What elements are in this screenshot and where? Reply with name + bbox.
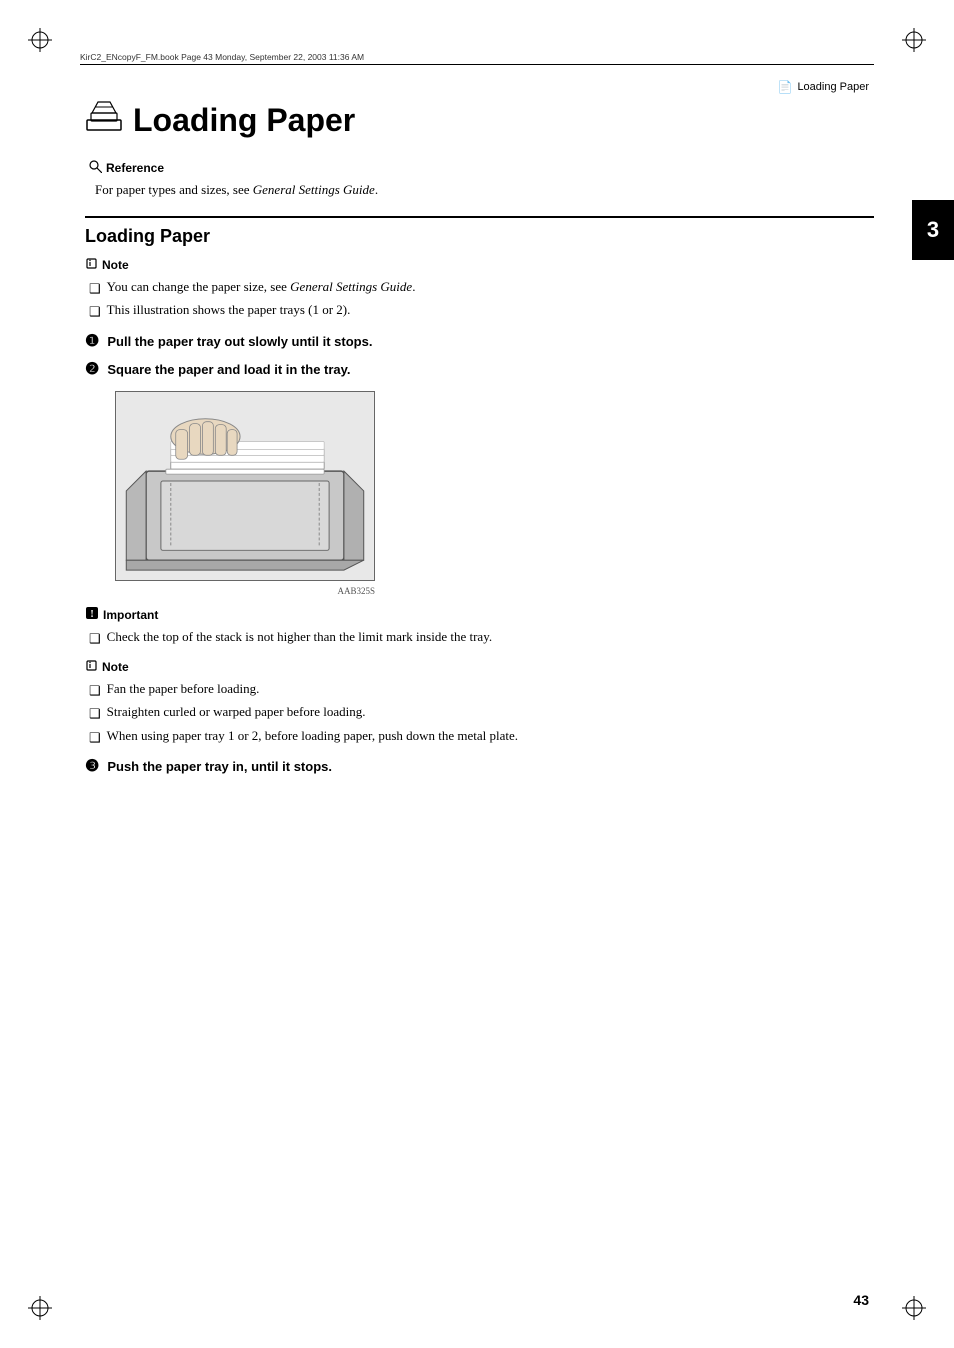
paper-tray-image bbox=[115, 391, 375, 581]
reg-mark-bl bbox=[28, 1296, 52, 1320]
note2-icon bbox=[85, 659, 98, 675]
step3-text: Push the paper tray in, until it stops. bbox=[107, 757, 332, 777]
reference-icon bbox=[89, 160, 102, 176]
step3-num: ❸ bbox=[85, 757, 99, 778]
note1-item2: ❑ This illustration shows the paper tray… bbox=[85, 300, 874, 322]
note1-header: Note bbox=[85, 257, 874, 273]
chapter-tab: 3 bbox=[912, 200, 954, 260]
note1-box: Note ❑ You can change the paper size, se… bbox=[85, 257, 874, 322]
checkbox2: ❑ bbox=[89, 302, 101, 322]
page-title-icon bbox=[85, 100, 123, 140]
important-box: ! Important ❑ Check the top of the stack… bbox=[85, 606, 874, 649]
step2: ❷ Square the paper and load it in the tr… bbox=[85, 360, 874, 381]
note2-box: Note ❑ Fan the paper before loading. ❑ S… bbox=[85, 659, 874, 748]
checkbox-n2-3: ❑ bbox=[89, 728, 101, 748]
page-number: 43 bbox=[853, 1292, 869, 1308]
note2-item1: ❑ Fan the paper before loading. bbox=[85, 679, 874, 701]
image-caption: AAB325S bbox=[115, 586, 375, 596]
reg-mark-tr bbox=[902, 28, 926, 52]
note2-item3: ❑ When using paper tray 1 or 2, before l… bbox=[85, 726, 874, 748]
file-info: KirC2_ENcopyF_FM.book Page 43 Monday, Se… bbox=[80, 52, 874, 62]
note2-header: Note bbox=[85, 659, 874, 675]
important-header: ! Important bbox=[85, 606, 874, 623]
step3: ❸ Push the paper tray in, until it stops… bbox=[85, 757, 874, 778]
main-content: Loading Paper Reference For paper types … bbox=[85, 90, 874, 1268]
reference-title: Reference bbox=[106, 161, 164, 175]
svg-text:!: ! bbox=[90, 609, 93, 620]
reference-body: For paper types and sizes, see General S… bbox=[89, 180, 874, 200]
reg-mark-tl bbox=[28, 28, 52, 52]
checkbox-imp1: ❑ bbox=[89, 629, 101, 649]
step2-num: ❷ bbox=[85, 360, 99, 381]
note1-icon bbox=[85, 257, 98, 273]
section-subtitle: Loading Paper bbox=[85, 226, 874, 247]
page-title-text: Loading Paper bbox=[133, 102, 355, 139]
section-divider bbox=[85, 216, 874, 218]
step1-text: Pull the paper tray out slowly until it … bbox=[107, 332, 372, 352]
important-item1: ❑ Check the top of the stack is not high… bbox=[85, 627, 874, 649]
important-icon: ! bbox=[85, 606, 99, 623]
step2-text: Square the paper and load it in the tray… bbox=[107, 360, 350, 380]
checkbox-n2-1: ❑ bbox=[89, 681, 101, 701]
step1: ❶ Pull the paper tray out slowly until i… bbox=[85, 332, 874, 353]
reg-mark-br bbox=[902, 1296, 926, 1320]
checkbox1: ❑ bbox=[89, 279, 101, 299]
reference-box: Reference For paper types and sizes, see… bbox=[85, 160, 874, 200]
note1-item1: ❑ You can change the paper size, see Gen… bbox=[85, 277, 874, 299]
checkbox-n2-2: ❑ bbox=[89, 704, 101, 724]
page-title-area: Loading Paper bbox=[85, 100, 874, 140]
reference-header: Reference bbox=[89, 160, 874, 176]
note2-item2: ❑ Straighten curled or warped paper befo… bbox=[85, 702, 874, 724]
step1-num: ❶ bbox=[85, 332, 99, 353]
chapter-number: 3 bbox=[927, 217, 939, 243]
top-header: KirC2_ENcopyF_FM.book Page 43 Monday, Se… bbox=[80, 52, 874, 65]
